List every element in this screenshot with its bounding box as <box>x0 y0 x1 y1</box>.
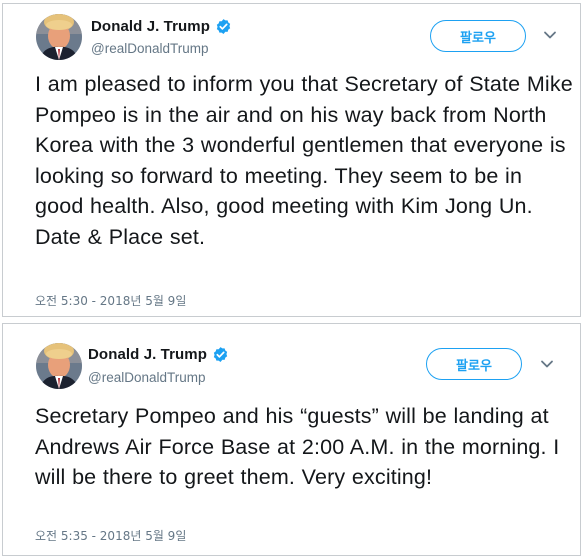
author-name[interactable]: Donald J. Trump <box>88 346 207 363</box>
chevron-down-icon[interactable] <box>540 359 554 369</box>
author-handle[interactable]: @realDonaldTrump <box>88 370 206 385</box>
chevron-down-icon[interactable] <box>543 30 557 40</box>
follow-button[interactable]: 팔로우 <box>426 348 522 380</box>
tweet-text: Secretary Pompeo and his “guests” will b… <box>35 404 560 489</box>
author-name-row: Donald J. Trump <box>88 346 229 363</box>
avatar-image <box>36 14 82 60</box>
tweet-stack: Donald J. Trump @realDonaldTrump 팔로우 I a… <box>0 0 584 558</box>
tweet-text: I am pleased to inform you that Secretar… <box>35 72 573 249</box>
tweet-timestamp[interactable]: 오전 5:30 - 2018년 5월 9일 <box>35 292 186 309</box>
tweet-card: Donald J. Trump @realDonaldTrump 팔로우 I a… <box>2 3 581 317</box>
avatar[interactable] <box>36 343 82 389</box>
avatar-image <box>36 343 82 389</box>
avatar[interactable] <box>36 14 82 60</box>
verified-badge-icon <box>216 19 231 34</box>
author-name-row: Donald J. Trump <box>91 18 232 35</box>
verified-badge-icon <box>213 347 228 362</box>
author-name[interactable]: Donald J. Trump <box>91 18 210 35</box>
follow-button[interactable]: 팔로우 <box>430 20 526 52</box>
tweet-card: Donald J. Trump @realDonaldTrump 팔로우 Sec… <box>2 323 581 556</box>
tweet-timestamp[interactable]: 오전 5:35 - 2018년 5월 9일 <box>35 527 186 544</box>
author-handle[interactable]: @realDonaldTrump <box>91 41 209 56</box>
